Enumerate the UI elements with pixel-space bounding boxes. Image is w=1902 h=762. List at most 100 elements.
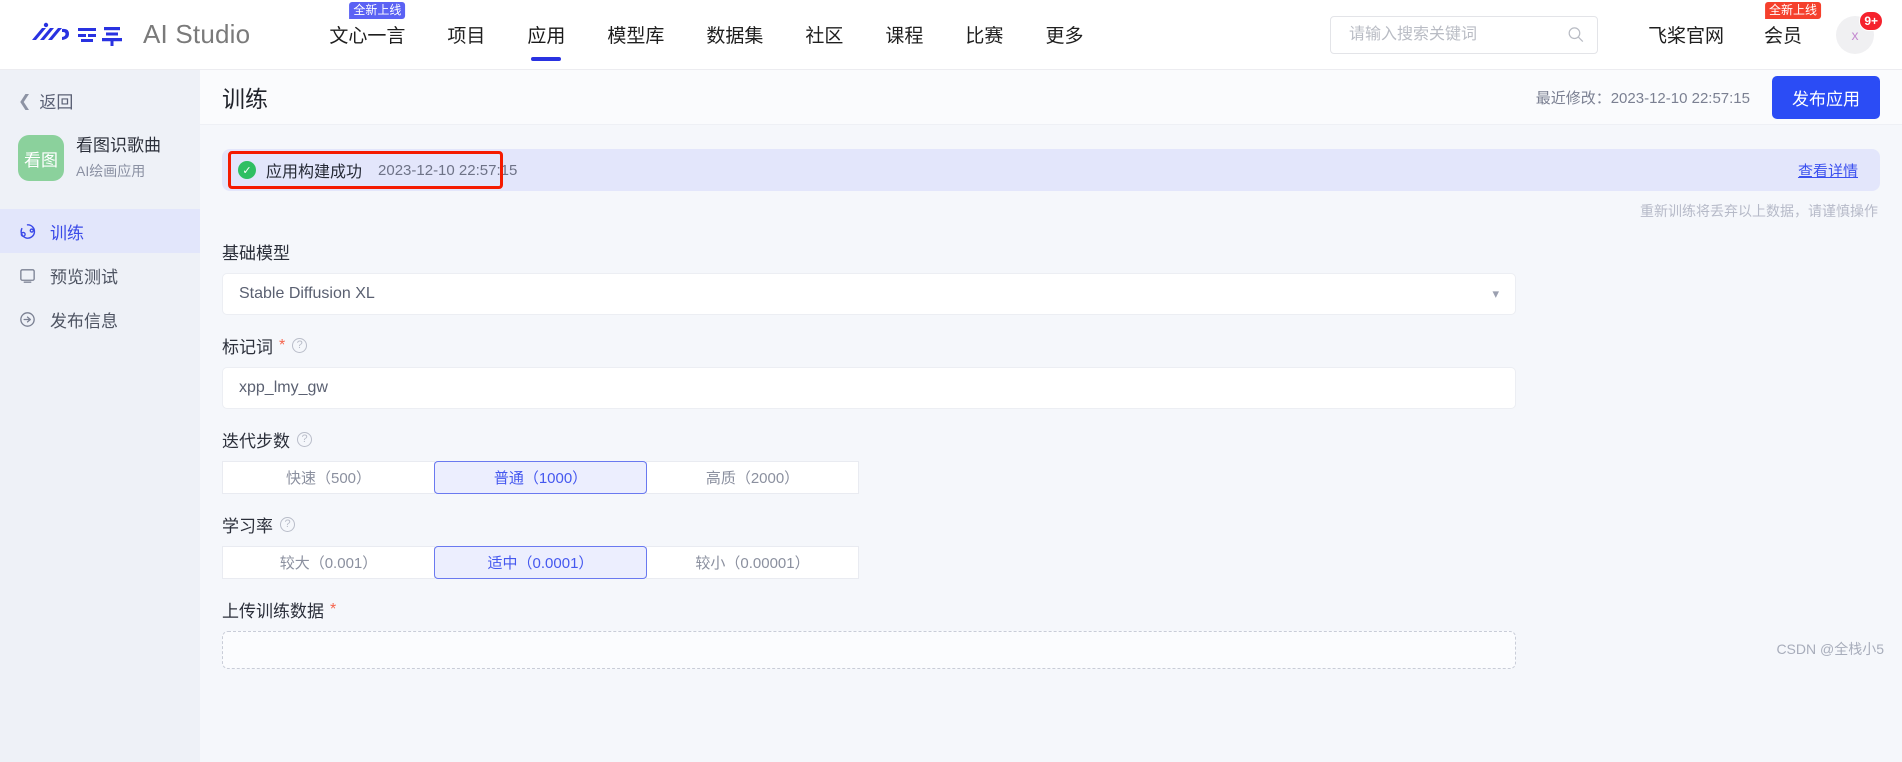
field-iteration-steps: 迭代步数 ? 快速（500） 普通（1000） 高质（2000）	[222, 427, 1880, 494]
last-modified-time: 2023-12-10 22:57:15	[1610, 89, 1750, 107]
back-link[interactable]: ❮ 返回	[18, 88, 200, 113]
sidebar-label-training: 训练	[50, 223, 84, 243]
lr-option-medium[interactable]: 适中（0.0001）	[434, 546, 647, 579]
official-site-label: 飞桨官网	[1647, 26, 1724, 47]
nav-item-7[interactable]: 比赛	[944, 0, 1024, 70]
page-title: 训练	[222, 86, 268, 112]
nav-item-3[interactable]: 模型库	[586, 0, 685, 70]
search-icon[interactable]	[1567, 25, 1585, 44]
learning-rate-options: 较大（0.001） 适中（0.0001） 较小（0.00001）	[222, 546, 1880, 579]
trigger-word-label: 标记词	[222, 338, 273, 357]
paddle-logo-icon	[32, 22, 122, 46]
app-card: 看图 看图识歌曲 AI绘画应用	[18, 135, 200, 181]
page-header: 训练 最近修改：2023-12-10 22:57:15 发布应用	[200, 70, 1902, 125]
retrain-warning-note: 重新训练将丢弃以上数据，请谨慎操作	[1640, 203, 1878, 219]
nav-label-2: 应用	[527, 26, 566, 47]
nav-item-2[interactable]: 应用	[506, 0, 586, 70]
steps-option-fast[interactable]: 快速（500）	[222, 461, 435, 494]
build-status-left: ✓ 应用构建成功 2023-12-10 22:57:15	[238, 158, 517, 182]
preview-icon	[18, 266, 40, 285]
nav-label-5: 社区	[805, 26, 844, 47]
iteration-steps-options: 快速（500） 普通（1000） 高质（2000）	[222, 461, 1880, 494]
success-check-icon: ✓	[238, 161, 256, 179]
field-upload-training-data: 上传训练数据 *	[222, 597, 1880, 669]
notification-badge[interactable]: 9+	[1859, 10, 1883, 31]
watermark: CSDN @全栈小5	[1776, 641, 1884, 657]
build-status-time: 2023-12-10 22:57:15	[378, 161, 518, 179]
lr-option-large[interactable]: 较大（0.001）	[222, 546, 435, 579]
publish-app-button[interactable]: 发布应用	[1772, 75, 1880, 119]
avatar-container[interactable]: x 9+	[1836, 10, 1883, 54]
header-right-links: 飞桨官网 全新上线 会员 x 9+	[1628, 0, 1902, 70]
top-header: AI Studio 全新上线 文心一言 项目 应用 模型库 数据集 社区 课程 …	[0, 0, 1902, 70]
nav-item-4[interactable]: 数据集	[685, 0, 784, 70]
sidebar-item-publish-info[interactable]: 发布信息	[0, 297, 200, 341]
build-status-banner: ✓ 应用构建成功 2023-12-10 22:57:15 查看详情	[222, 149, 1880, 191]
publish-icon	[18, 310, 40, 329]
nav-label-4: 数据集	[706, 26, 764, 47]
search-box[interactable]	[1329, 15, 1598, 54]
search-input[interactable]	[1346, 24, 1568, 45]
help-icon[interactable]: ?	[292, 338, 308, 353]
sidebar: ❮ 返回 看图 看图识歌曲 AI绘画应用 训练 预览测试 发布信息	[0, 70, 200, 762]
trigger-word-value: xpp_lmy_gw	[239, 379, 328, 396]
nav-label-0: 文心一言	[329, 26, 406, 47]
field-learning-rate: 学习率 ? 较大（0.001） 适中（0.0001） 较小（0.00001）	[222, 512, 1880, 579]
back-label: 返回	[39, 93, 74, 112]
nav-label-7: 比赛	[965, 26, 1004, 47]
upload-label: 上传训练数据	[222, 602, 324, 621]
nav-item-5[interactable]: 社区	[784, 0, 864, 70]
main-content: 训练 最近修改：2023-12-10 22:57:15 发布应用 ✓ 应用构建成…	[200, 70, 1902, 762]
base-model-value: Stable Diffusion XL	[239, 285, 375, 302]
app-subtitle: AI绘画应用	[76, 162, 146, 179]
nav-item-0[interactable]: 全新上线 文心一言	[308, 0, 426, 70]
sidebar-item-training[interactable]: 训练	[0, 209, 200, 253]
learning-rate-label: 学习率	[222, 517, 273, 536]
required-asterisk: *	[279, 336, 286, 354]
membership-label: 会员	[1763, 26, 1802, 47]
sidebar-nav: 训练 预览测试 发布信息	[0, 209, 200, 341]
iteration-steps-label-row: 迭代步数 ?	[222, 427, 1880, 452]
help-icon[interactable]: ?	[280, 517, 295, 532]
steps-option-normal[interactable]: 普通（1000）	[434, 461, 647, 494]
app-name: 看图识歌曲	[76, 136, 161, 156]
app-meta: 看图识歌曲 AI绘画应用	[76, 135, 161, 180]
nav-item-1[interactable]: 项目	[426, 0, 506, 70]
page-header-right: 最近修改：2023-12-10 22:57:15 发布应用	[1536, 75, 1880, 119]
nav-item-8[interactable]: 更多	[1024, 0, 1104, 70]
required-asterisk: *	[330, 600, 337, 618]
steps-option-high-quality[interactable]: 高质（2000）	[646, 461, 859, 494]
build-status-text: 应用构建成功	[266, 164, 363, 181]
chevron-left-icon: ❮	[18, 92, 32, 110]
base-model-label: 基础模型	[222, 244, 290, 263]
brand-name: AI Studio	[143, 19, 251, 49]
view-detail-link[interactable]: 查看详情	[1798, 160, 1858, 181]
sidebar-item-preview-test[interactable]: 预览测试	[0, 253, 200, 297]
nav-badge-new-0: 全新上线	[349, 1, 406, 19]
lr-option-small[interactable]: 较小（0.00001）	[646, 546, 859, 579]
iteration-steps-label: 迭代步数	[222, 432, 290, 451]
base-model-select[interactable]: Stable Diffusion XL ▾	[222, 273, 1516, 315]
learning-rate-label-row: 学习率 ?	[222, 512, 1880, 537]
app-icon: 看图	[18, 135, 64, 181]
membership-link[interactable]: 全新上线 会员	[1744, 0, 1822, 70]
chevron-down-icon[interactable]: ▾	[1492, 286, 1499, 302]
sidebar-label-preview-test: 预览测试	[50, 267, 118, 287]
sidebar-label-publish-info: 发布信息	[50, 311, 118, 331]
brand-logo-group[interactable]: AI Studio	[26, 19, 250, 50]
nav-item-6[interactable]: 课程	[864, 0, 944, 70]
official-site-link[interactable]: 飞桨官网	[1628, 0, 1744, 70]
training-form: ✓ 应用构建成功 2023-12-10 22:57:15 查看详情 重新训练将丢…	[200, 125, 1902, 669]
nav-label-6: 课程	[885, 26, 924, 47]
last-modified-label: 最近修改：	[1535, 89, 1611, 107]
field-base-model: 基础模型 Stable Diffusion XL ▾	[222, 239, 1880, 315]
nav-label-1: 项目	[447, 26, 486, 47]
search-container	[1329, 15, 1598, 54]
training-icon	[18, 222, 40, 241]
upload-label-row: 上传训练数据 *	[222, 597, 1880, 622]
help-icon[interactable]: ?	[297, 432, 312, 447]
last-modified: 最近修改：2023-12-10 22:57:15	[1536, 87, 1750, 108]
trigger-word-input[interactable]: xpp_lmy_gw	[222, 367, 1516, 409]
upload-dropzone[interactable]	[222, 631, 1516, 669]
field-trigger-word: 标记词 * ? xpp_lmy_gw	[222, 333, 1880, 409]
